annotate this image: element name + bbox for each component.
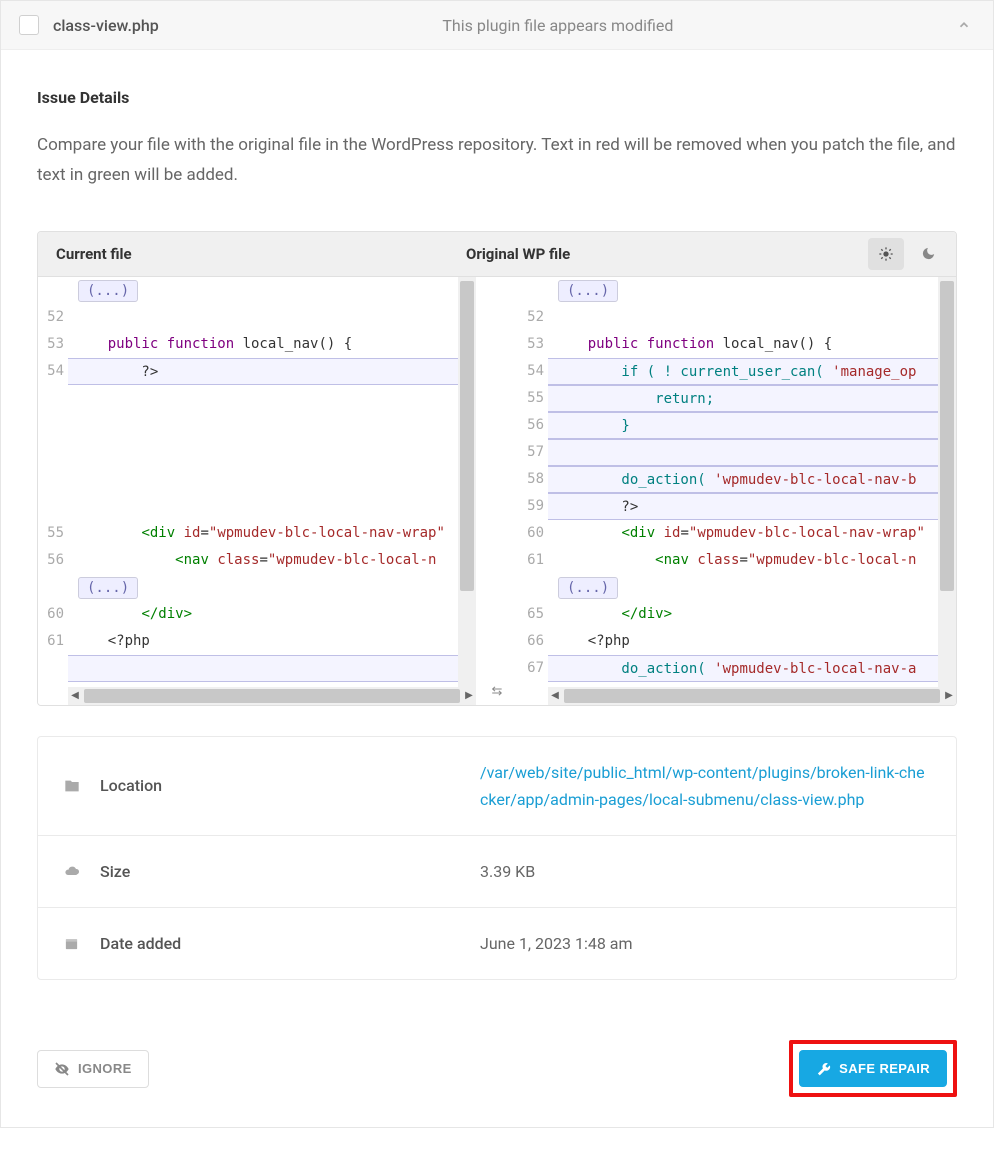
- file-metadata: Location /var/web/site/public_html/wp-co…: [37, 736, 957, 981]
- left-code: (...) public function local_nav() { ?> <…: [68, 277, 458, 687]
- right-code: (...) public function local_nav() { if (…: [548, 277, 938, 687]
- fold-marker[interactable]: (...): [558, 577, 618, 599]
- diff-right-label: Original WP file: [448, 233, 858, 275]
- diff-left-pane[interactable]: 52 53 54 55 56 60 61: [38, 277, 476, 705]
- dark-theme-button[interactable]: [910, 238, 946, 270]
- left-line-numbers: 52 53 54 55 56 60 61: [38, 277, 68, 687]
- fold-marker[interactable]: (...): [558, 280, 618, 302]
- moon-icon: [921, 246, 936, 261]
- fold-marker[interactable]: (...): [78, 280, 138, 302]
- left-horizontal-scrollbar[interactable]: ◀▶: [68, 687, 476, 705]
- right-line-numbers: 52 53 54 55 56 57 58 59 60 61 65: [518, 277, 548, 687]
- fold-marker[interactable]: (...): [78, 577, 138, 599]
- cloud-icon: [64, 863, 88, 879]
- file-status: This plugin file appears modified: [159, 16, 957, 35]
- eye-off-icon: [54, 1061, 70, 1077]
- diff-right-pane[interactable]: 52 53 54 55 56 57 58 59 60 61 65: [518, 277, 956, 705]
- meta-label: Date added: [100, 934, 480, 953]
- sun-icon: [878, 246, 894, 262]
- right-horizontal-scrollbar[interactable]: ◀▶: [548, 687, 956, 705]
- ignore-label: IGNORE: [78, 1061, 132, 1076]
- meta-row-location: Location /var/web/site/public_html/wp-co…: [38, 737, 956, 836]
- meta-row-date: Date added June 1, 2023 1:48 am: [38, 908, 956, 979]
- diff-gutter: ⇆: [476, 277, 518, 705]
- meta-value-date: June 1, 2023 1:48 am: [480, 930, 930, 957]
- left-vertical-scrollbar[interactable]: [458, 277, 476, 687]
- folder-icon: [64, 778, 88, 794]
- wrench-icon: [816, 1061, 831, 1076]
- chevron-up-icon: [957, 18, 971, 32]
- issue-details-heading: Issue Details: [37, 88, 957, 107]
- diff-viewer: Current file Original WP file: [37, 231, 957, 706]
- select-checkbox[interactable]: [19, 15, 39, 35]
- sync-scroll-icon: ⇆: [492, 684, 503, 699]
- safe-repair-label: SAFE REPAIR: [839, 1061, 930, 1076]
- safe-repair-button[interactable]: SAFE REPAIR: [799, 1050, 947, 1087]
- calendar-icon: [64, 936, 88, 951]
- meta-row-size: Size 3.39 KB: [38, 836, 956, 908]
- meta-value-size: 3.39 KB: [480, 858, 930, 885]
- ignore-button[interactable]: IGNORE: [37, 1050, 149, 1088]
- safe-repair-highlight: SAFE REPAIR: [789, 1040, 957, 1097]
- diff-left-label: Current file: [38, 233, 448, 275]
- meta-value-location[interactable]: /var/web/site/public_html/wp-content/plu…: [480, 759, 930, 813]
- accordion-header[interactable]: class-view.php This plugin file appears …: [1, 1, 993, 50]
- issue-description: Compare your file with the original file…: [37, 131, 957, 191]
- meta-label: Size: [100, 862, 480, 881]
- light-theme-button[interactable]: [868, 238, 904, 270]
- file-name: class-view.php: [53, 16, 159, 35]
- meta-label: Location: [100, 776, 480, 795]
- right-vertical-scrollbar[interactable]: [938, 277, 956, 687]
